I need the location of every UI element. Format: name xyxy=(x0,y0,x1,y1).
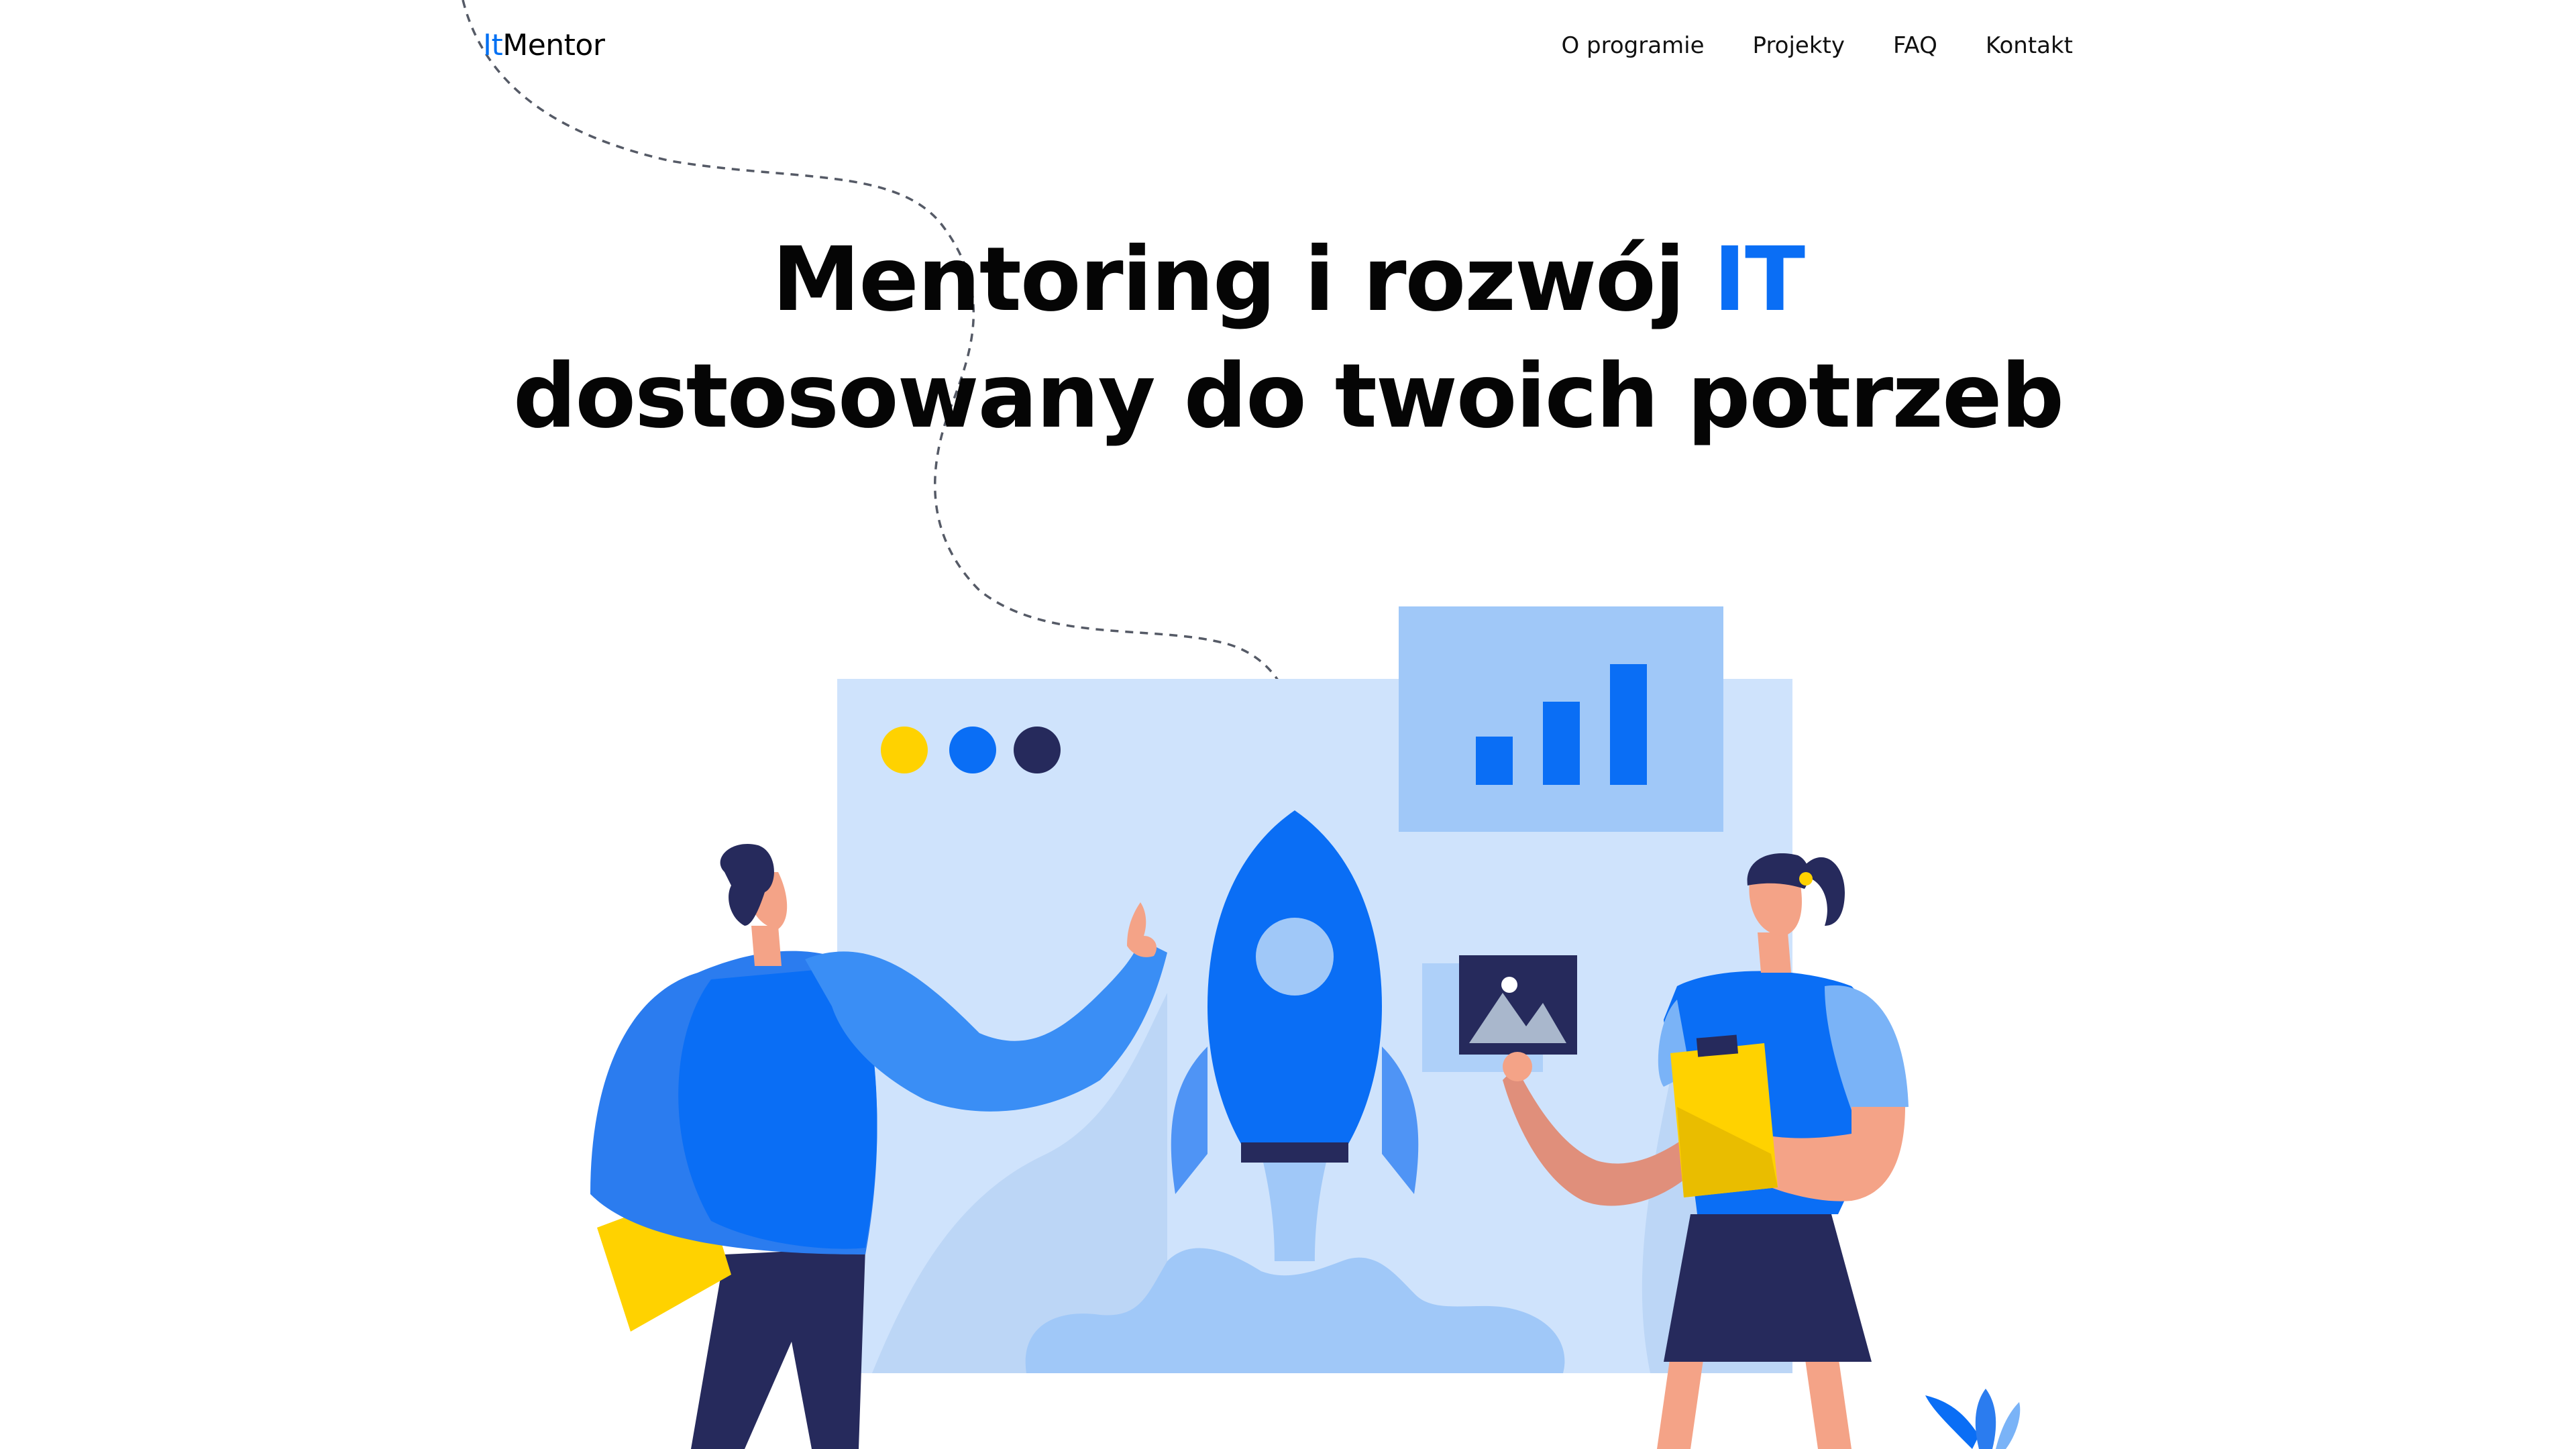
image-icon xyxy=(1422,955,1577,1072)
hero-illustration xyxy=(590,606,2021,1449)
landing-page: ItMentor O programie Projekty FAQ Kontak… xyxy=(0,0,2576,1449)
window-dots-icon xyxy=(881,727,1061,773)
clipboard-icon xyxy=(1670,1034,1778,1197)
plant-icon xyxy=(1925,1389,2021,1449)
bar-chart-icon xyxy=(1399,606,1723,832)
